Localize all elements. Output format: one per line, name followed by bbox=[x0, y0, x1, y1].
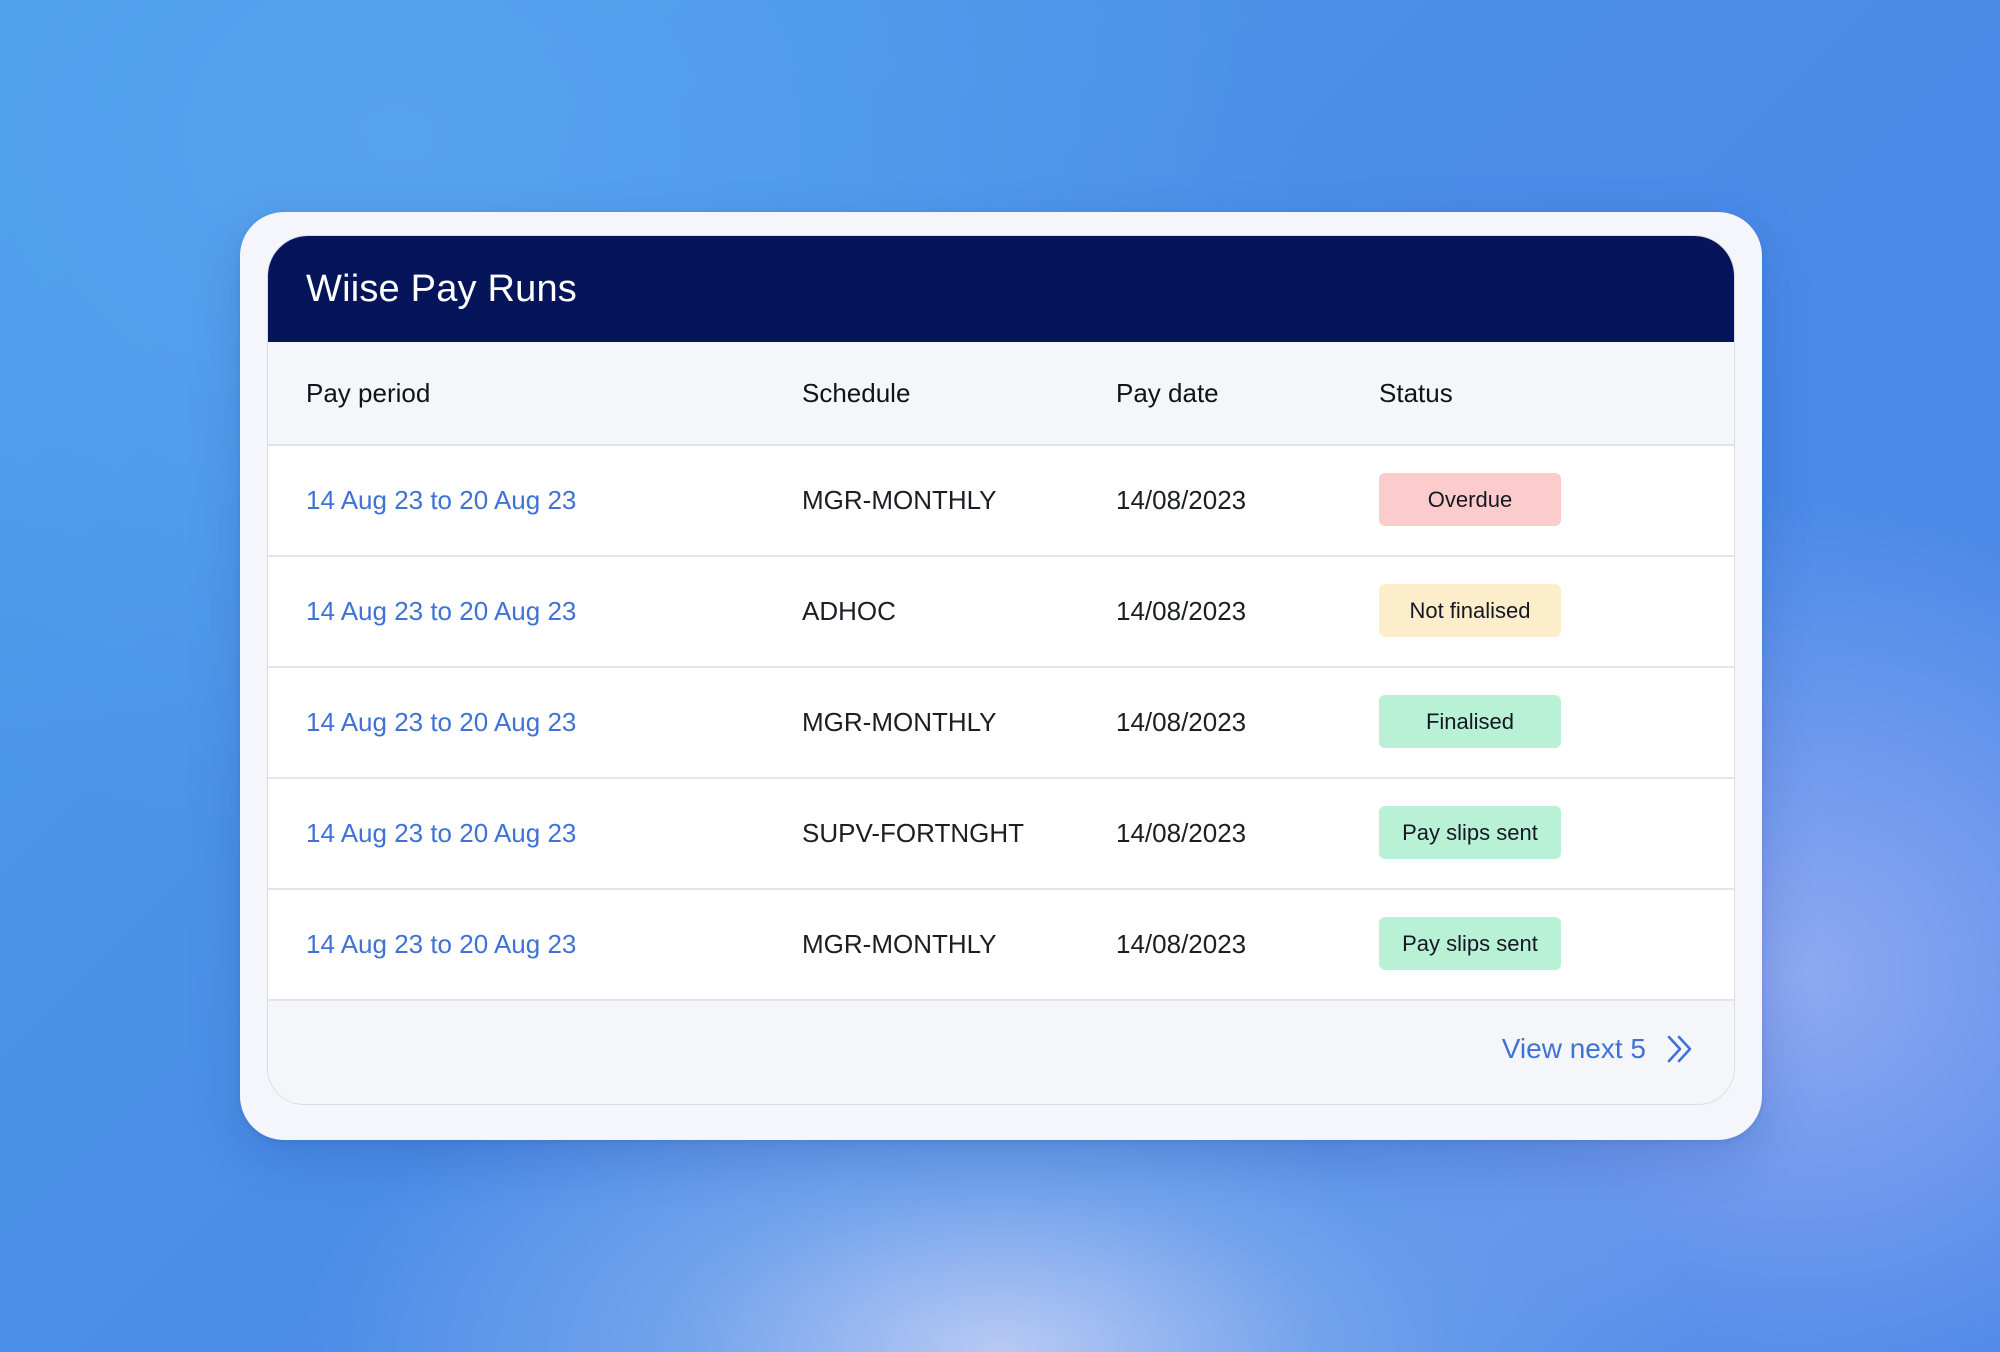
schedule-cell: MGR-MONTHLY bbox=[802, 485, 997, 515]
card-title: Wiise Pay Runs bbox=[306, 267, 577, 310]
pay-date-cell: 14/08/2023 bbox=[1116, 818, 1247, 848]
double-chevron-right-icon bbox=[1664, 1033, 1696, 1065]
pay-period-link[interactable]: 14 Aug 23 to 20 Aug 23 bbox=[306, 485, 576, 516]
pay-period-link[interactable]: 14 Aug 23 to 20 Aug 23 bbox=[306, 596, 576, 627]
status-badge: Overdue bbox=[1379, 473, 1561, 526]
pay-period-link[interactable]: 14 Aug 23 to 20 Aug 23 bbox=[306, 818, 576, 849]
pay-date-cell: 14/08/2023 bbox=[1116, 485, 1247, 515]
status-badge: Pay slips sent bbox=[1379, 917, 1561, 970]
view-next-button[interactable]: View next 5 bbox=[1502, 1033, 1696, 1065]
schedule-cell: MGR-MONTHLY bbox=[802, 929, 997, 959]
table-row: 14 Aug 23 to 20 Aug 23 MGR-MONTHLY 14/08… bbox=[268, 668, 1734, 779]
view-next-label: View next 5 bbox=[1501, 1033, 1646, 1064]
column-header-schedule: Schedule bbox=[802, 377, 911, 408]
table-row: 14 Aug 23 to 20 Aug 23 MGR-MONTHLY 14/08… bbox=[268, 890, 1734, 1001]
table-body: 14 Aug 23 to 20 Aug 23 MGR-MONTHLY 14/08… bbox=[268, 446, 1734, 1001]
schedule-cell: MGR-MONTHLY bbox=[802, 707, 997, 737]
column-header-pay-date: Pay date bbox=[1116, 377, 1219, 408]
table-row: 14 Aug 23 to 20 Aug 23 MGR-MONTHLY 14/08… bbox=[268, 446, 1734, 557]
status-badge: Finalised bbox=[1379, 695, 1561, 748]
card-header: Wiise Pay Runs bbox=[268, 236, 1734, 342]
schedule-cell: ADHOC bbox=[802, 596, 896, 626]
pay-period-link[interactable]: 14 Aug 23 to 20 Aug 23 bbox=[306, 929, 576, 960]
status-badge: Not finalised bbox=[1379, 584, 1561, 637]
card-footer: View next 5 bbox=[268, 1001, 1734, 1103]
table-header-row: Pay period Schedule Pay date Status bbox=[268, 342, 1734, 446]
table-row: 14 Aug 23 to 20 Aug 23 ADHOC 14/08/2023 … bbox=[268, 557, 1734, 668]
column-header-status: Status bbox=[1379, 377, 1453, 408]
pay-date-cell: 14/08/2023 bbox=[1116, 707, 1247, 737]
schedule-cell: SUPV-FORTNGHT bbox=[802, 818, 1024, 848]
pay-period-link[interactable]: 14 Aug 23 to 20 Aug 23 bbox=[306, 707, 576, 738]
column-header-pay-period: Pay period bbox=[306, 377, 431, 408]
pay-date-cell: 14/08/2023 bbox=[1116, 929, 1247, 959]
pay-runs-card: Wiise Pay Runs Pay period Schedule Pay d… bbox=[268, 236, 1734, 1104]
pay-date-cell: 14/08/2023 bbox=[1116, 596, 1247, 626]
status-badge: Pay slips sent bbox=[1379, 806, 1561, 859]
table-row: 14 Aug 23 to 20 Aug 23 SUPV-FORTNGHT 14/… bbox=[268, 779, 1734, 890]
